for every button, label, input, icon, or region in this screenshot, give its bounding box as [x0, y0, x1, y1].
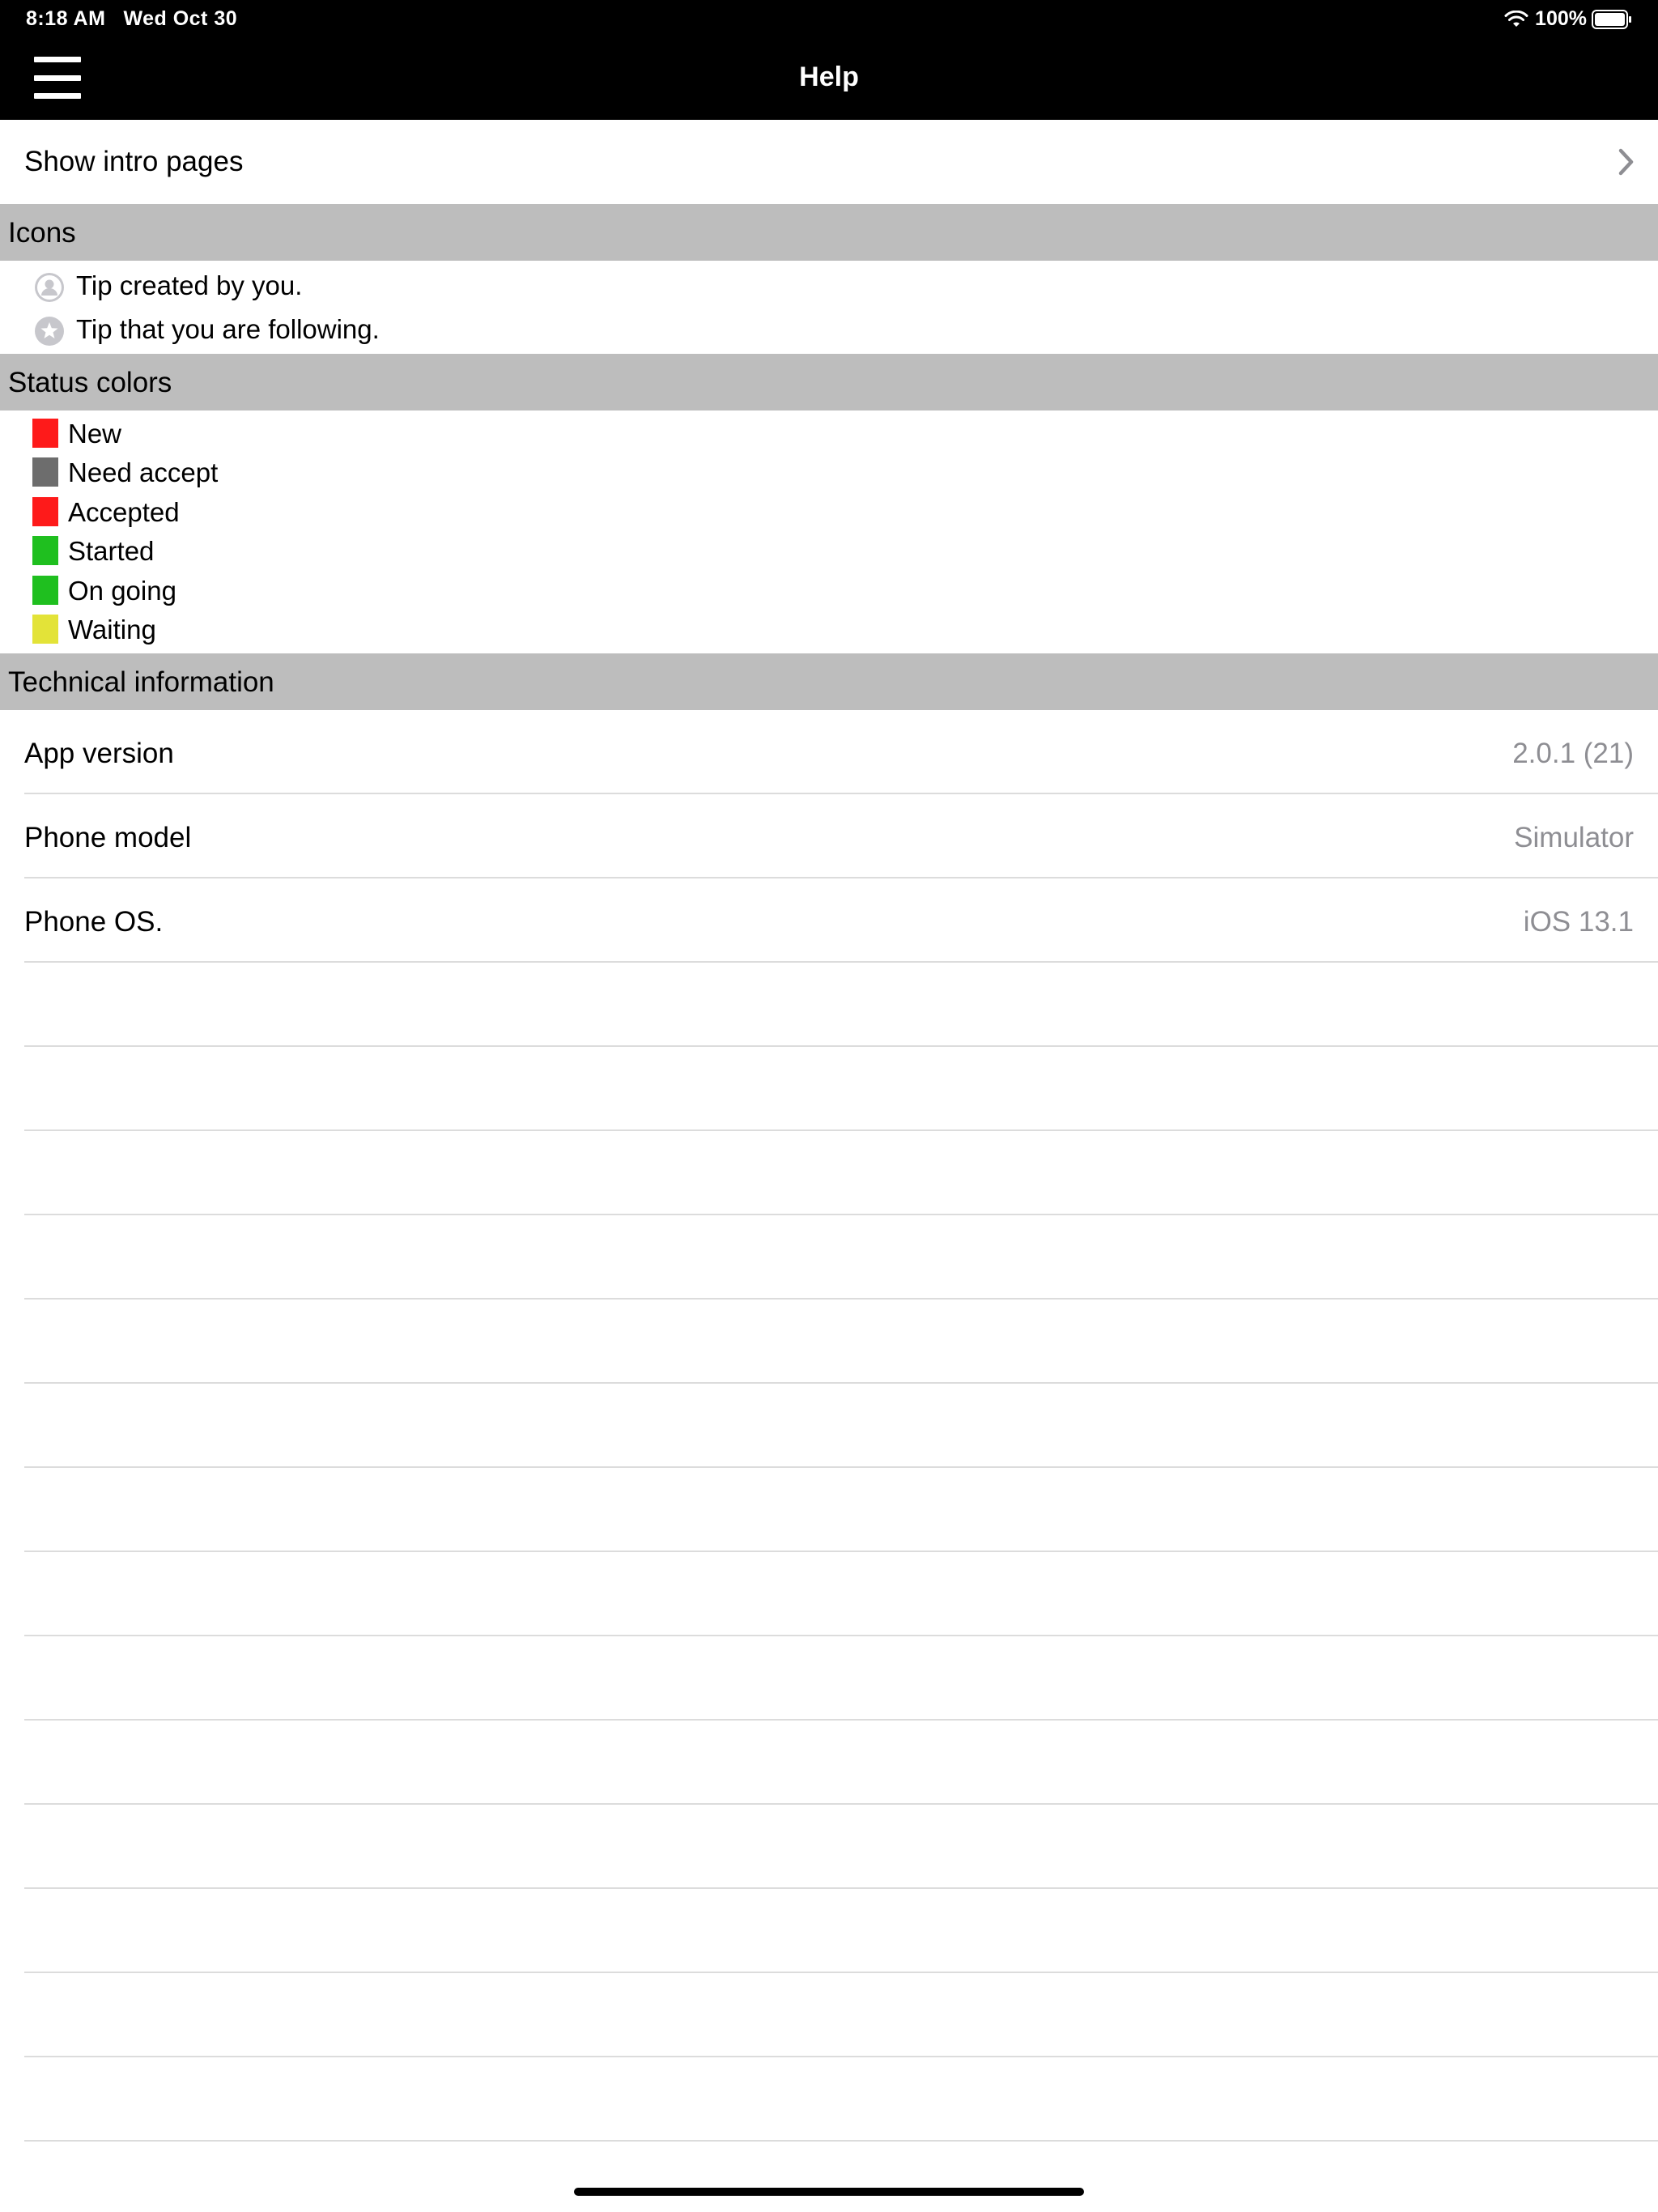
status-colors-section-header: Status colors: [0, 354, 1658, 410]
empty-table-row: [24, 1552, 1658, 1636]
navigation-bar: 8:18 AM Wed Oct 30 100% Help: [0, 0, 1658, 120]
empty-table-row: [24, 1468, 1658, 1552]
empty-table-row: [24, 1215, 1658, 1300]
info-label: Phone model: [24, 822, 192, 853]
status-label: New: [68, 419, 122, 449]
icon-legend-item: Tip created by you.: [0, 264, 1658, 308]
battery-icon: [1592, 9, 1631, 29]
icons-section-header: Icons: [0, 204, 1658, 261]
status-swatch: [32, 419, 58, 448]
icon-legend-item: Tip that you are following.: [0, 308, 1658, 351]
status-date: Wed Oct 30: [123, 7, 238, 30]
section-header-label: Technical information: [8, 666, 274, 698]
status-swatch: [32, 497, 58, 526]
page-title: Help: [799, 62, 859, 92]
info-value: Simulator: [1514, 822, 1634, 853]
empty-table-row: [24, 1721, 1658, 1805]
status-swatch: [32, 615, 58, 644]
status-swatch: [32, 457, 58, 487]
home-indicator[interactable]: [574, 2188, 1084, 2196]
info-label: Phone OS.: [24, 906, 164, 938]
chevron-right-icon: [1618, 148, 1634, 176]
status-label: Accepted: [68, 497, 180, 527]
empty-table-row: [24, 1889, 1658, 1973]
empty-table-row: [24, 963, 1658, 1047]
empty-table-row: [24, 1384, 1658, 1468]
status-bar-indicators: 100%: [1504, 7, 1632, 31]
empty-table-row: [24, 1300, 1658, 1384]
status-color-item: Need accept: [0, 453, 1658, 491]
status-color-item: On going: [0, 571, 1658, 610]
info-label: App version: [24, 738, 174, 769]
section-header-label: Status colors: [8, 367, 172, 398]
empty-table-row: [24, 1973, 1658, 2057]
status-bar-datetime: 8:18 AM Wed Oct 30: [26, 7, 237, 31]
section-header-label: Icons: [8, 217, 76, 249]
phone-model-row: Phone model Simulator: [24, 794, 1658, 878]
icon-legend-label: Tip created by you.: [76, 270, 303, 300]
empty-table-row: [24, 2057, 1658, 2142]
user-icon: [35, 273, 64, 302]
empty-table-row: [24, 1805, 1658, 1889]
technical-info-section-header: Technical information: [0, 653, 1658, 710]
status-color-item: Accepted: [0, 492, 1658, 531]
empty-table-row: [24, 1047, 1658, 1131]
empty-table-row: [24, 1636, 1658, 1721]
status-time: 8:18 AM: [26, 7, 106, 30]
app-version-row: App version 2.0.1 (21): [24, 710, 1658, 794]
phone-os-row: Phone OS. iOS 13.1: [24, 878, 1658, 963]
status-label: Need accept: [68, 457, 219, 487]
icon-legend-label: Tip that you are following.: [76, 314, 380, 344]
status-color-item: Started: [0, 531, 1658, 570]
info-value: 2.0.1 (21): [1512, 738, 1634, 769]
status-swatch: [32, 536, 58, 565]
empty-table-row: [24, 1131, 1658, 1215]
show-intro-pages-label: Show intro pages: [24, 146, 244, 177]
star-icon: [35, 317, 64, 346]
info-value: iOS 13.1: [1523, 906, 1634, 938]
status-label: On going: [68, 576, 176, 606]
status-label: Started: [68, 536, 155, 566]
status-swatch: [32, 576, 58, 605]
menu-line: [34, 93, 81, 99]
status-label: Waiting: [68, 615, 156, 644]
wifi-icon: [1504, 10, 1528, 27]
battery-percentage: 100%: [1535, 7, 1587, 30]
show-intro-pages-row[interactable]: Show intro pages: [0, 120, 1658, 204]
status-color-item: Waiting: [0, 610, 1658, 649]
status-color-item: New: [0, 414, 1658, 453]
